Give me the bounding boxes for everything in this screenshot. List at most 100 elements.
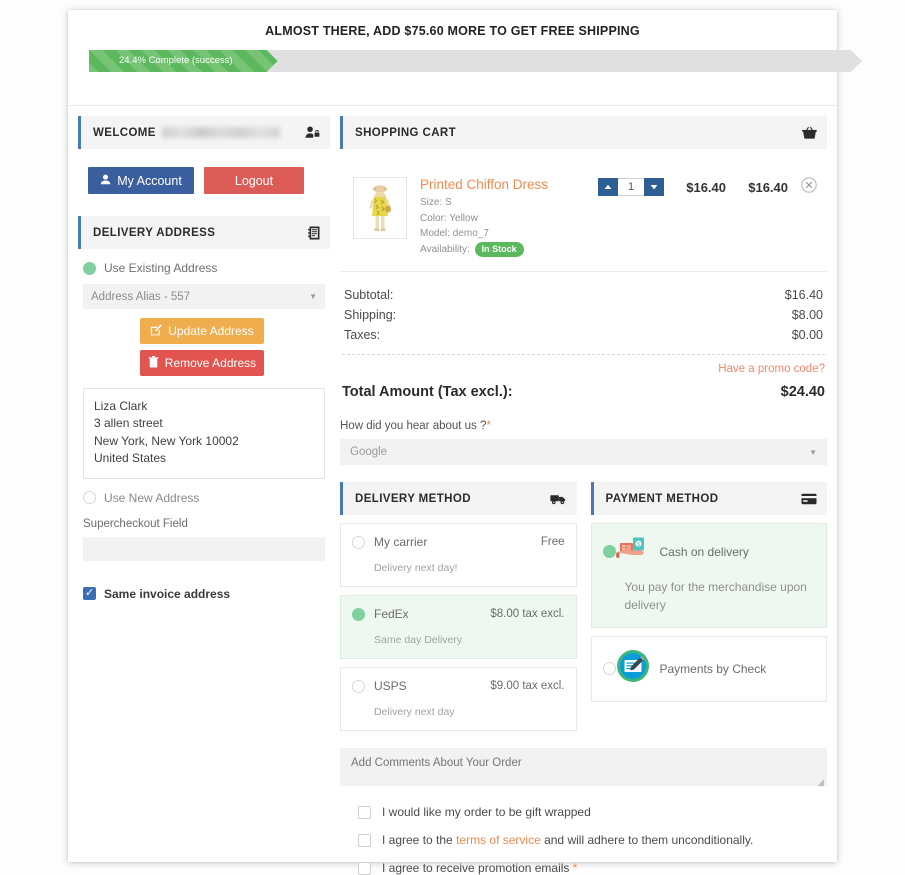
delivery-option[interactable]: USPS $9.00 tax excl. Delivery next day [340, 667, 577, 732]
remove-address-label: Remove Address [164, 356, 257, 370]
terms-of-service-link[interactable]: terms of service [456, 833, 541, 847]
shopping-cart-title: SHOPPING CART [355, 126, 457, 139]
address-line: New York, New York 10002 [94, 433, 239, 448]
gift-wrap-label: I would like my order to be gift wrapped [382, 805, 591, 820]
delivery-option-top: FedEx $8.00 tax excl. [352, 607, 565, 621]
address-line: Liza Clark [94, 399, 148, 413]
welcome-title: WELCOME [93, 126, 156, 139]
delivery-option-price: Free [540, 536, 565, 549]
product-thumbnail[interactable] [353, 177, 407, 239]
payment-option-radio[interactable] [602, 545, 616, 559]
payment-method-panel-header: PAYMENT METHOD [590, 482, 827, 516]
delivery-option-radio[interactable] [352, 607, 365, 621]
promo-emails-label: I agree to receive promotion emails * [382, 861, 577, 875]
existing-address-label: Use Existing Address [104, 261, 218, 275]
gift-wrap-checkbox[interactable] [358, 805, 371, 819]
payment-option-radio[interactable] [602, 662, 616, 676]
total-row: Taxes: $0.00 [342, 325, 825, 345]
free-shipping-banner: ALMOST THERE, ADD $75.60 MORE TO GET FRE… [68, 10, 837, 106]
delivery-method-panel-header: DELIVERY METHOD [340, 482, 577, 516]
address-alias-value: Address Alias - 557 [91, 290, 191, 303]
truck-icon [549, 493, 567, 505]
delivery-option[interactable]: FedEx $8.00 tax excl. Same day Delivery [340, 595, 577, 660]
promo-emails-row[interactable]: I agree to receive promotion emails * [340, 861, 827, 875]
delivery-option-radio[interactable] [352, 679, 365, 693]
delivery-option-radio[interactable] [352, 535, 365, 549]
same-invoice-checkbox[interactable] [83, 586, 96, 601]
logout-button[interactable]: Logout [204, 167, 304, 194]
order-comments-wrap: ◢ [340, 731, 827, 791]
use-new-address-option[interactable]: Use New Address [83, 491, 330, 505]
payment-option-desc: You pay for the merchandise upon deliver… [624, 580, 807, 612]
credit-card-icon [801, 493, 817, 505]
logout-label: Logout [234, 173, 274, 188]
remove-address-button[interactable]: Remove Address [140, 350, 264, 376]
address-alias-select[interactable]: Address Alias - 557 ▼ [83, 284, 325, 309]
edit-icon [150, 324, 163, 339]
delivery-option-name: USPS [374, 679, 407, 694]
delivery-option-top: USPS $9.00 tax excl. [352, 679, 565, 693]
line-total-price: $16.40 [748, 179, 788, 195]
delivery-option-desc: Delivery next day [374, 706, 455, 719]
required-mark: * [486, 420, 491, 433]
product-name[interactable]: Printed Chiffon Dress [420, 177, 595, 192]
delivery-payment-section: DELIVERY METHOD My carrier Free Delivery… [340, 482, 827, 732]
payment-option[interactable]: $ Cash on delivery You pay for the merch… [590, 523, 827, 629]
promo-emails-text: I agree to receive promotion emails [382, 861, 573, 875]
delivery-option-top: My carrier Free [352, 535, 565, 549]
unit-price: $16.40 [686, 179, 726, 195]
use-existing-address-option[interactable]: Use Existing Address [83, 261, 330, 275]
promo-emails-checkbox[interactable] [358, 861, 371, 875]
payment-method-column: PAYMENT METHOD $ Cash on delivery You pa… [590, 482, 827, 731]
welcome-panel-header: WELCOME [78, 116, 330, 149]
update-address-button[interactable]: Update Address [140, 318, 264, 344]
grand-total-value: $24.40 [780, 384, 825, 401]
grand-total-label: Total Amount (Tax excl.): [342, 384, 513, 401]
total-row-label: Taxes: [344, 328, 381, 343]
payment-method-title: PAYMENT METHOD [605, 492, 719, 505]
quantity-increase-button[interactable] [598, 178, 618, 196]
terms-row[interactable]: I agree to the terms of service and will… [340, 833, 827, 847]
address-line: United States [94, 451, 167, 466]
supercheckout-input[interactable] [83, 536, 325, 561]
delivery-option-desc: Delivery next day! [374, 562, 458, 575]
hear-about-us-select[interactable]: Google ▼ [340, 439, 827, 466]
supercheckout-field-label: Supercheckout Field [83, 517, 188, 530]
existing-address-radio[interactable] [83, 261, 96, 275]
remove-item-icon[interactable] [796, 177, 822, 197]
payment-option[interactable]: Payments by Check [590, 636, 827, 703]
quantity-value[interactable]: 1 [618, 178, 644, 196]
left-column: WELCOME My Account Logout DELIVERY ADDRE… [78, 116, 330, 601]
selected-address-box: Liza Clark 3 allen street New York, New … [83, 388, 325, 479]
payment-option-name: Payments by Check [659, 661, 767, 676]
total-row-value: $16.40 [784, 288, 823, 303]
payment-option-name: Cash on delivery [659, 544, 749, 559]
order-totals: Subtotal: $16.40 Shipping: $8.00 Taxes: … [340, 272, 827, 400]
payment-option-top: Payments by Check [602, 649, 817, 688]
new-address-radio[interactable] [83, 491, 96, 505]
same-invoice-address-row[interactable]: Same invoice address [83, 586, 330, 601]
promo-code-link[interactable]: Have a promo code? [342, 363, 825, 375]
delivery-option-desc: Same day Delivery [374, 634, 463, 647]
shipping-progress-track: 24.4% Complete (success) [89, 50, 862, 72]
delivery-option[interactable]: My carrier Free Delivery next day! [340, 523, 577, 588]
total-row-value: $8.00 [791, 308, 823, 323]
my-account-label: My Account [117, 173, 182, 188]
svg-text:$: $ [637, 543, 640, 549]
order-comments-textarea[interactable] [340, 748, 827, 787]
address-book-icon [308, 226, 320, 240]
cash-in-hand-icon: $ [615, 536, 650, 567]
total-row: Shipping: $8.00 [342, 305, 825, 325]
delivery-option-price: $8.00 tax excl. [490, 608, 565, 621]
my-account-button[interactable]: My Account [88, 167, 194, 194]
trash-icon [148, 355, 159, 371]
gift-wrap-row[interactable]: I would like my order to be gift wrapped [340, 805, 827, 819]
product-size: Size: S [420, 197, 452, 208]
delivery-option-price: $9.00 tax excl. [490, 680, 565, 693]
terms-checkbox[interactable] [358, 833, 371, 847]
quantity-decrease-button[interactable] [644, 178, 664, 196]
user-icon [100, 174, 111, 188]
payment-option-top: $ Cash on delivery [602, 536, 817, 567]
chevron-down-icon: ▼ [809, 447, 817, 457]
